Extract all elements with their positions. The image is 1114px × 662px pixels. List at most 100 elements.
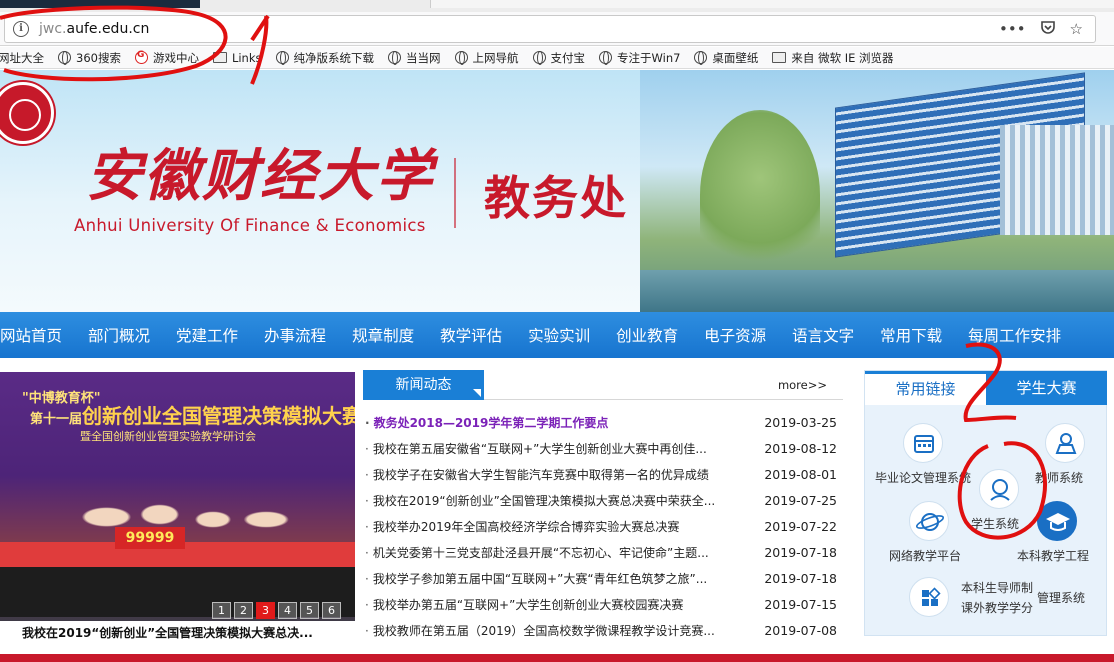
bookmark-label: 支付宝 (550, 50, 586, 65)
bookmark-item[interactable]: 360搜索 (58, 50, 121, 66)
news-title[interactable]: 我校举办第五届“互联网+”大学生创新创业大赛校园赛决赛 (365, 592, 725, 618)
slide-banner-line3: 暨全国创新创业管理实验教学研讨会 (80, 430, 256, 443)
main-nav: 网站首页 部门概况 党建工作 办事流程 规章制度 教学评估 实验实训 创业教育 … (0, 312, 1114, 358)
slide-banner-title: 创新创业全国管理决策模拟大赛总决赛 (82, 404, 355, 428)
slide-page-button[interactable]: 2 (234, 602, 253, 619)
nav-item-eresources[interactable]: 电子资源 (691, 324, 779, 346)
network-teaching-label: 网络教学平台 (889, 549, 962, 563)
undergrad-project-link[interactable]: 本科教学工程 (1017, 501, 1097, 563)
nav-item-labs[interactable]: 实验实训 (515, 324, 603, 346)
bookmark-label: 游戏中心 (152, 50, 199, 65)
bookmark-item[interactable]: 支付宝 (532, 50, 586, 66)
mentor-system-link[interactable]: 本科生导师制 课外教学学分 管理系统 (909, 577, 1099, 617)
network-teaching-link[interactable]: 网络教学平台 (889, 501, 969, 563)
news-title[interactable]: 机关党委第十三党支部赴泾县开展“不忘初心、牢记使命”主题... (365, 540, 725, 566)
pocket-icon[interactable] (1040, 19, 1056, 39)
thesis-system-label: 毕业论文管理系统 (875, 471, 972, 485)
globe-icon (58, 51, 71, 65)
slide-page-button[interactable]: 4 (278, 602, 297, 619)
tab-student-competitions[interactable]: 学生大赛 (986, 371, 1107, 405)
news-date: 2019-07-25 (764, 493, 837, 508)
header-divider (454, 158, 456, 228)
news-item[interactable]: 我校举办第五届“互联网+”大学生创新创业大赛校园赛决赛 2019-07-15 (363, 592, 843, 618)
news-title[interactable]: 我校在2019“创新创业”全国管理决策模拟大赛总决赛中荣获全... (365, 488, 725, 514)
university-name-cn: 安徽财经大学 (86, 143, 434, 209)
news-slideshow[interactable]: "中博教育杯" 第十一届创新创业全国管理决策模拟大赛总决赛 暨全国创新创业管理实… (0, 372, 355, 645)
news-tab[interactable]: 新闻动态 (363, 370, 484, 400)
url-domain: aufe.edu.cn (66, 21, 150, 37)
news-item[interactable]: 我校在2019“创新创业”全国管理决策模拟大赛总决赛中荣获全... 2019-07… (363, 488, 843, 514)
news-item[interactable]: 教务处2018—2019学年第二学期工作要点 2019-03-25 (363, 410, 843, 436)
news-date: 2019-07-22 (764, 519, 837, 534)
news-title[interactable]: 我校在第五届安徽省“互联网+”大学生创新创业大赛中再创佳... (365, 436, 725, 462)
news-more-link[interactable]: more>> (778, 378, 827, 392)
news-item[interactable]: 我校学子参加第五届中国“互联网+”大赛“青年红色筑梦之旅”... 2019-07-… (363, 566, 843, 592)
browser-tab-dark (0, 0, 200, 8)
bookmark-item[interactable]: 网址大全 (0, 50, 44, 66)
willow-tree-image (700, 110, 820, 280)
news-title[interactable]: 我校举办2019年全国高校经济学综合博弈实验大赛总决赛 (365, 514, 725, 540)
news-title[interactable]: 我校学子参加第五届中国“互联网+”大赛“青年红色筑梦之旅”... (365, 566, 725, 592)
slide-page-button[interactable]: 5 (300, 602, 319, 619)
news-item[interactable]: 我校举办2019年全国高校经济学综合博弈实验大赛总决赛 2019-07-22 (363, 514, 843, 540)
bookmark-star-icon[interactable]: ☆ (1070, 20, 1083, 38)
nav-item-language[interactable]: 语言文字 (779, 324, 867, 346)
bookmark-item[interactable]: 专注于Win7 (599, 50, 680, 66)
slide-caption[interactable]: 我校在2019“创新创业”全国管理决策模拟大赛总决... (0, 621, 355, 645)
student-icon (979, 469, 1019, 509)
nav-item-rules[interactable]: 规章制度 (339, 324, 427, 346)
bookmark-item[interactable]: 游戏中心 (134, 50, 199, 66)
news-title[interactable]: 我校学子在安徽省大学生智能汽车竞赛中取得第一名的优异成绩 (365, 462, 725, 488)
bookmark-item[interactable]: 当当网 (388, 50, 441, 66)
bookmark-item[interactable]: Links (212, 51, 262, 65)
nav-item-home[interactable]: 网站首页 (0, 324, 75, 346)
bookmark-label: 专注于Win7 (617, 50, 681, 65)
bookmark-item[interactable]: 来自 微软 IE 浏览器 (772, 50, 894, 66)
bookmark-item[interactable]: 桌面壁纸 (694, 50, 758, 66)
news-list: 教务处2018—2019学年第二学期工作要点 2019-03-25 我校在第五届安… (363, 410, 843, 644)
news-item[interactable]: 我校教师在第五届（2019）全国高校数学微课程教学设计竞赛... 2019-07-… (363, 618, 843, 644)
grid-apps-icon (909, 577, 949, 617)
nav-item-startup[interactable]: 创业教育 (603, 324, 691, 346)
nav-item-process[interactable]: 办事流程 (251, 324, 339, 346)
news-item[interactable]: 机关党委第十三党支部赴泾县开展“不忘初心、牢记使命”主题... 2019-07-1… (363, 540, 843, 566)
nav-item-weekly[interactable]: 每周工作安排 (955, 324, 1074, 346)
game-icon (134, 50, 148, 64)
bookmark-label: 来自 微软 IE 浏览器 (791, 50, 894, 65)
news-title[interactable]: 我校教师在第五届（2019）全国高校数学微课程教学设计竞赛... (365, 618, 725, 644)
award-photo (0, 492, 355, 617)
globe-icon (532, 51, 546, 65)
news-item[interactable]: 我校在第五届安徽省“互联网+”大学生创新创业大赛中再创佳... 2019-08-1… (363, 436, 843, 462)
slide-page-button[interactable]: 6 (322, 602, 341, 619)
nav-item-downloads[interactable]: 常用下载 (867, 324, 955, 346)
slide-page-button-active[interactable]: 3 (256, 602, 275, 619)
url-text[interactable]: jwc.aufe.edu.cn (39, 21, 149, 37)
nav-item-party[interactable]: 党建工作 (163, 324, 251, 346)
thesis-system-link[interactable]: 毕业论文管理系统 (875, 423, 1021, 485)
nav-item-evaluation[interactable]: 教学评估 (427, 324, 515, 346)
teacher-system-link[interactable]: 教师系统 (1035, 423, 1095, 485)
planet-icon (909, 501, 949, 541)
bookmark-label: 纯净版系统下载 (293, 50, 375, 65)
news-header: 新闻动态 more>> (363, 370, 843, 400)
bookmark-item[interactable]: 上网导航 (454, 50, 519, 66)
globe-icon (599, 51, 612, 65)
folder-icon (212, 52, 227, 63)
bookmark-label: 上网导航 (472, 50, 519, 65)
news-date: 2019-07-18 (764, 571, 837, 586)
bookmarks-bar: 网址大全 360搜索 游戏中心 Links 纯净版系统下载 当当网 上网导航 支… (0, 47, 1114, 69)
site-info-icon[interactable]: i (13, 21, 29, 37)
tab-common-links[interactable]: 常用链接 (865, 371, 986, 405)
bookmark-label: 网址大全 (0, 50, 44, 65)
nav-item-overview[interactable]: 部门概况 (75, 324, 163, 346)
slide-page-button[interactable]: 1 (212, 602, 231, 619)
university-name-en: Anhui University Of Finance & Economics (74, 216, 426, 235)
student-system-label: 学生系统 (971, 517, 1020, 531)
news-title[interactable]: 教务处2018—2019学年第二学期工作要点 (365, 410, 725, 436)
url-field[interactable]: i jwc.aufe.edu.cn ••• ☆ (4, 15, 1096, 43)
news-item[interactable]: 我校学子在安徽省大学生智能汽车竞赛中取得第一名的优异成绩 2019-08-01 (363, 462, 843, 488)
teacher-system-label: 教师系统 (1035, 471, 1084, 485)
globe-icon (694, 51, 708, 65)
bookmark-item[interactable]: 纯净版系统下载 (275, 50, 375, 66)
more-actions-icon[interactable]: ••• (999, 20, 1026, 38)
